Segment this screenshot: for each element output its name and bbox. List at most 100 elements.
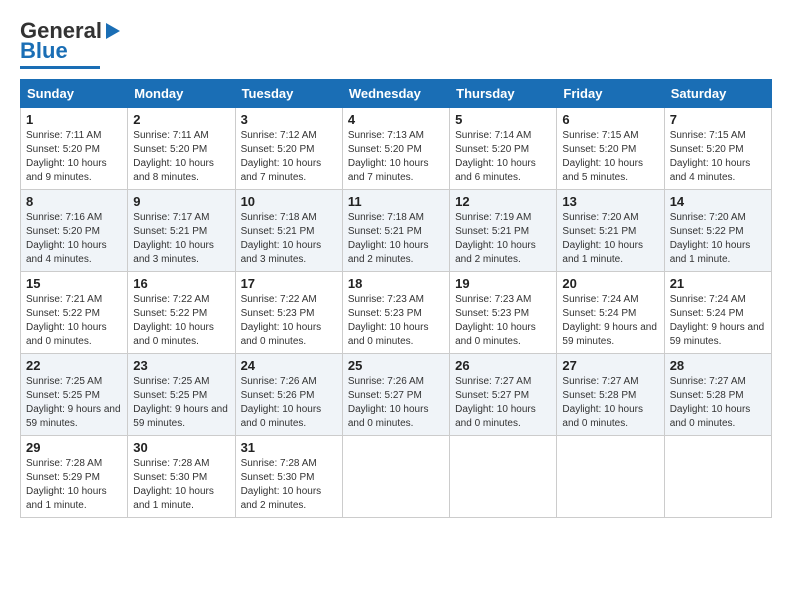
day-number: 1: [26, 112, 122, 127]
calendar-cell: 10 Sunrise: 7:18 AM Sunset: 5:21 PM Dayl…: [235, 190, 342, 272]
day-info: Sunrise: 7:26 AM Sunset: 5:26 PM Dayligh…: [241, 375, 337, 431]
day-info: Sunrise: 7:24 AM Sunset: 5:24 PM Dayligh…: [670, 293, 766, 349]
day-number: 2: [133, 112, 229, 127]
day-info: Sunrise: 7:15 AM Sunset: 5:20 PM Dayligh…: [562, 129, 658, 185]
calendar-cell: 9 Sunrise: 7:17 AM Sunset: 5:21 PM Dayli…: [128, 190, 235, 272]
calendar-cell: 17 Sunrise: 7:22 AM Sunset: 5:23 PM Dayl…: [235, 272, 342, 354]
calendar-cell: 16 Sunrise: 7:22 AM Sunset: 5:22 PM Dayl…: [128, 272, 235, 354]
day-info: Sunrise: 7:23 AM Sunset: 5:23 PM Dayligh…: [455, 293, 551, 349]
calendar-cell: 14 Sunrise: 7:20 AM Sunset: 5:22 PM Dayl…: [664, 190, 771, 272]
day-info: Sunrise: 7:18 AM Sunset: 5:21 PM Dayligh…: [348, 211, 444, 267]
day-number: 19: [455, 276, 551, 291]
day-number: 22: [26, 358, 122, 373]
calendar-cell: 23 Sunrise: 7:25 AM Sunset: 5:25 PM Dayl…: [128, 354, 235, 436]
day-info: Sunrise: 7:19 AM Sunset: 5:21 PM Dayligh…: [455, 211, 551, 267]
calendar-cell: 31 Sunrise: 7:28 AM Sunset: 5:30 PM Dayl…: [235, 436, 342, 518]
day-info: Sunrise: 7:22 AM Sunset: 5:23 PM Dayligh…: [241, 293, 337, 349]
calendar-cell: 8 Sunrise: 7:16 AM Sunset: 5:20 PM Dayli…: [21, 190, 128, 272]
day-number: 11: [348, 194, 444, 209]
calendar-cell: 5 Sunrise: 7:14 AM Sunset: 5:20 PM Dayli…: [450, 108, 557, 190]
weekday-header-wednesday: Wednesday: [342, 80, 449, 108]
day-info: Sunrise: 7:26 AM Sunset: 5:27 PM Dayligh…: [348, 375, 444, 431]
page-header: General Blue: [20, 20, 772, 69]
day-info: Sunrise: 7:14 AM Sunset: 5:20 PM Dayligh…: [455, 129, 551, 185]
calendar-cell: [342, 436, 449, 518]
day-info: Sunrise: 7:12 AM Sunset: 5:20 PM Dayligh…: [241, 129, 337, 185]
day-info: Sunrise: 7:16 AM Sunset: 5:20 PM Dayligh…: [26, 211, 122, 267]
calendar-cell: 19 Sunrise: 7:23 AM Sunset: 5:23 PM Dayl…: [450, 272, 557, 354]
day-number: 20: [562, 276, 658, 291]
logo-blue: Blue: [20, 38, 68, 64]
day-number: 13: [562, 194, 658, 209]
weekday-header-sunday: Sunday: [21, 80, 128, 108]
day-number: 3: [241, 112, 337, 127]
day-number: 27: [562, 358, 658, 373]
day-number: 5: [455, 112, 551, 127]
weekday-header-thursday: Thursday: [450, 80, 557, 108]
logo: General Blue: [20, 20, 120, 69]
day-info: Sunrise: 7:11 AM Sunset: 5:20 PM Dayligh…: [26, 129, 122, 185]
day-number: 15: [26, 276, 122, 291]
day-number: 18: [348, 276, 444, 291]
day-number: 30: [133, 440, 229, 455]
day-number: 8: [26, 194, 122, 209]
day-number: 7: [670, 112, 766, 127]
calendar-cell: 22 Sunrise: 7:25 AM Sunset: 5:25 PM Dayl…: [21, 354, 128, 436]
calendar-cell: 15 Sunrise: 7:21 AM Sunset: 5:22 PM Dayl…: [21, 272, 128, 354]
calendar-week-5: 29 Sunrise: 7:28 AM Sunset: 5:29 PM Dayl…: [21, 436, 772, 518]
day-number: 25: [348, 358, 444, 373]
calendar-cell: 4 Sunrise: 7:13 AM Sunset: 5:20 PM Dayli…: [342, 108, 449, 190]
calendar-week-2: 8 Sunrise: 7:16 AM Sunset: 5:20 PM Dayli…: [21, 190, 772, 272]
day-info: Sunrise: 7:27 AM Sunset: 5:27 PM Dayligh…: [455, 375, 551, 431]
day-number: 23: [133, 358, 229, 373]
calendar-week-1: 1 Sunrise: 7:11 AM Sunset: 5:20 PM Dayli…: [21, 108, 772, 190]
day-info: Sunrise: 7:18 AM Sunset: 5:21 PM Dayligh…: [241, 211, 337, 267]
calendar-cell: 11 Sunrise: 7:18 AM Sunset: 5:21 PM Dayl…: [342, 190, 449, 272]
calendar-cell: 28 Sunrise: 7:27 AM Sunset: 5:28 PM Dayl…: [664, 354, 771, 436]
weekday-header-saturday: Saturday: [664, 80, 771, 108]
day-number: 16: [133, 276, 229, 291]
weekday-header-tuesday: Tuesday: [235, 80, 342, 108]
day-info: Sunrise: 7:17 AM Sunset: 5:21 PM Dayligh…: [133, 211, 229, 267]
calendar-week-3: 15 Sunrise: 7:21 AM Sunset: 5:22 PM Dayl…: [21, 272, 772, 354]
day-number: 10: [241, 194, 337, 209]
weekday-header-monday: Monday: [128, 80, 235, 108]
calendar-cell: 1 Sunrise: 7:11 AM Sunset: 5:20 PM Dayli…: [21, 108, 128, 190]
calendar-cell: 2 Sunrise: 7:11 AM Sunset: 5:20 PM Dayli…: [128, 108, 235, 190]
day-info: Sunrise: 7:22 AM Sunset: 5:22 PM Dayligh…: [133, 293, 229, 349]
weekday-header-row: SundayMondayTuesdayWednesdayThursdayFrid…: [21, 80, 772, 108]
day-number: 17: [241, 276, 337, 291]
day-number: 21: [670, 276, 766, 291]
weekday-header-friday: Friday: [557, 80, 664, 108]
day-info: Sunrise: 7:13 AM Sunset: 5:20 PM Dayligh…: [348, 129, 444, 185]
day-info: Sunrise: 7:23 AM Sunset: 5:23 PM Dayligh…: [348, 293, 444, 349]
calendar: SundayMondayTuesdayWednesdayThursdayFrid…: [20, 79, 772, 518]
day-info: Sunrise: 7:28 AM Sunset: 5:29 PM Dayligh…: [26, 457, 122, 513]
calendar-cell: 24 Sunrise: 7:26 AM Sunset: 5:26 PM Dayl…: [235, 354, 342, 436]
calendar-cell: 13 Sunrise: 7:20 AM Sunset: 5:21 PM Dayl…: [557, 190, 664, 272]
day-info: Sunrise: 7:25 AM Sunset: 5:25 PM Dayligh…: [26, 375, 122, 431]
calendar-cell: 29 Sunrise: 7:28 AM Sunset: 5:29 PM Dayl…: [21, 436, 128, 518]
day-number: 31: [241, 440, 337, 455]
calendar-cell: 3 Sunrise: 7:12 AM Sunset: 5:20 PM Dayli…: [235, 108, 342, 190]
day-number: 14: [670, 194, 766, 209]
calendar-cell: 26 Sunrise: 7:27 AM Sunset: 5:27 PM Dayl…: [450, 354, 557, 436]
calendar-cell: 27 Sunrise: 7:27 AM Sunset: 5:28 PM Dayl…: [557, 354, 664, 436]
day-info: Sunrise: 7:27 AM Sunset: 5:28 PM Dayligh…: [670, 375, 766, 431]
day-info: Sunrise: 7:20 AM Sunset: 5:22 PM Dayligh…: [670, 211, 766, 267]
day-number: 28: [670, 358, 766, 373]
day-info: Sunrise: 7:24 AM Sunset: 5:24 PM Dayligh…: [562, 293, 658, 349]
day-number: 24: [241, 358, 337, 373]
day-info: Sunrise: 7:28 AM Sunset: 5:30 PM Dayligh…: [241, 457, 337, 513]
calendar-week-4: 22 Sunrise: 7:25 AM Sunset: 5:25 PM Dayl…: [21, 354, 772, 436]
calendar-cell: 30 Sunrise: 7:28 AM Sunset: 5:30 PM Dayl…: [128, 436, 235, 518]
calendar-cell: 18 Sunrise: 7:23 AM Sunset: 5:23 PM Dayl…: [342, 272, 449, 354]
calendar-cell: 25 Sunrise: 7:26 AM Sunset: 5:27 PM Dayl…: [342, 354, 449, 436]
calendar-cell: 21 Sunrise: 7:24 AM Sunset: 5:24 PM Dayl…: [664, 272, 771, 354]
day-number: 4: [348, 112, 444, 127]
day-info: Sunrise: 7:20 AM Sunset: 5:21 PM Dayligh…: [562, 211, 658, 267]
day-info: Sunrise: 7:21 AM Sunset: 5:22 PM Dayligh…: [26, 293, 122, 349]
calendar-cell: 6 Sunrise: 7:15 AM Sunset: 5:20 PM Dayli…: [557, 108, 664, 190]
calendar-cell: 12 Sunrise: 7:19 AM Sunset: 5:21 PM Dayl…: [450, 190, 557, 272]
day-info: Sunrise: 7:27 AM Sunset: 5:28 PM Dayligh…: [562, 375, 658, 431]
